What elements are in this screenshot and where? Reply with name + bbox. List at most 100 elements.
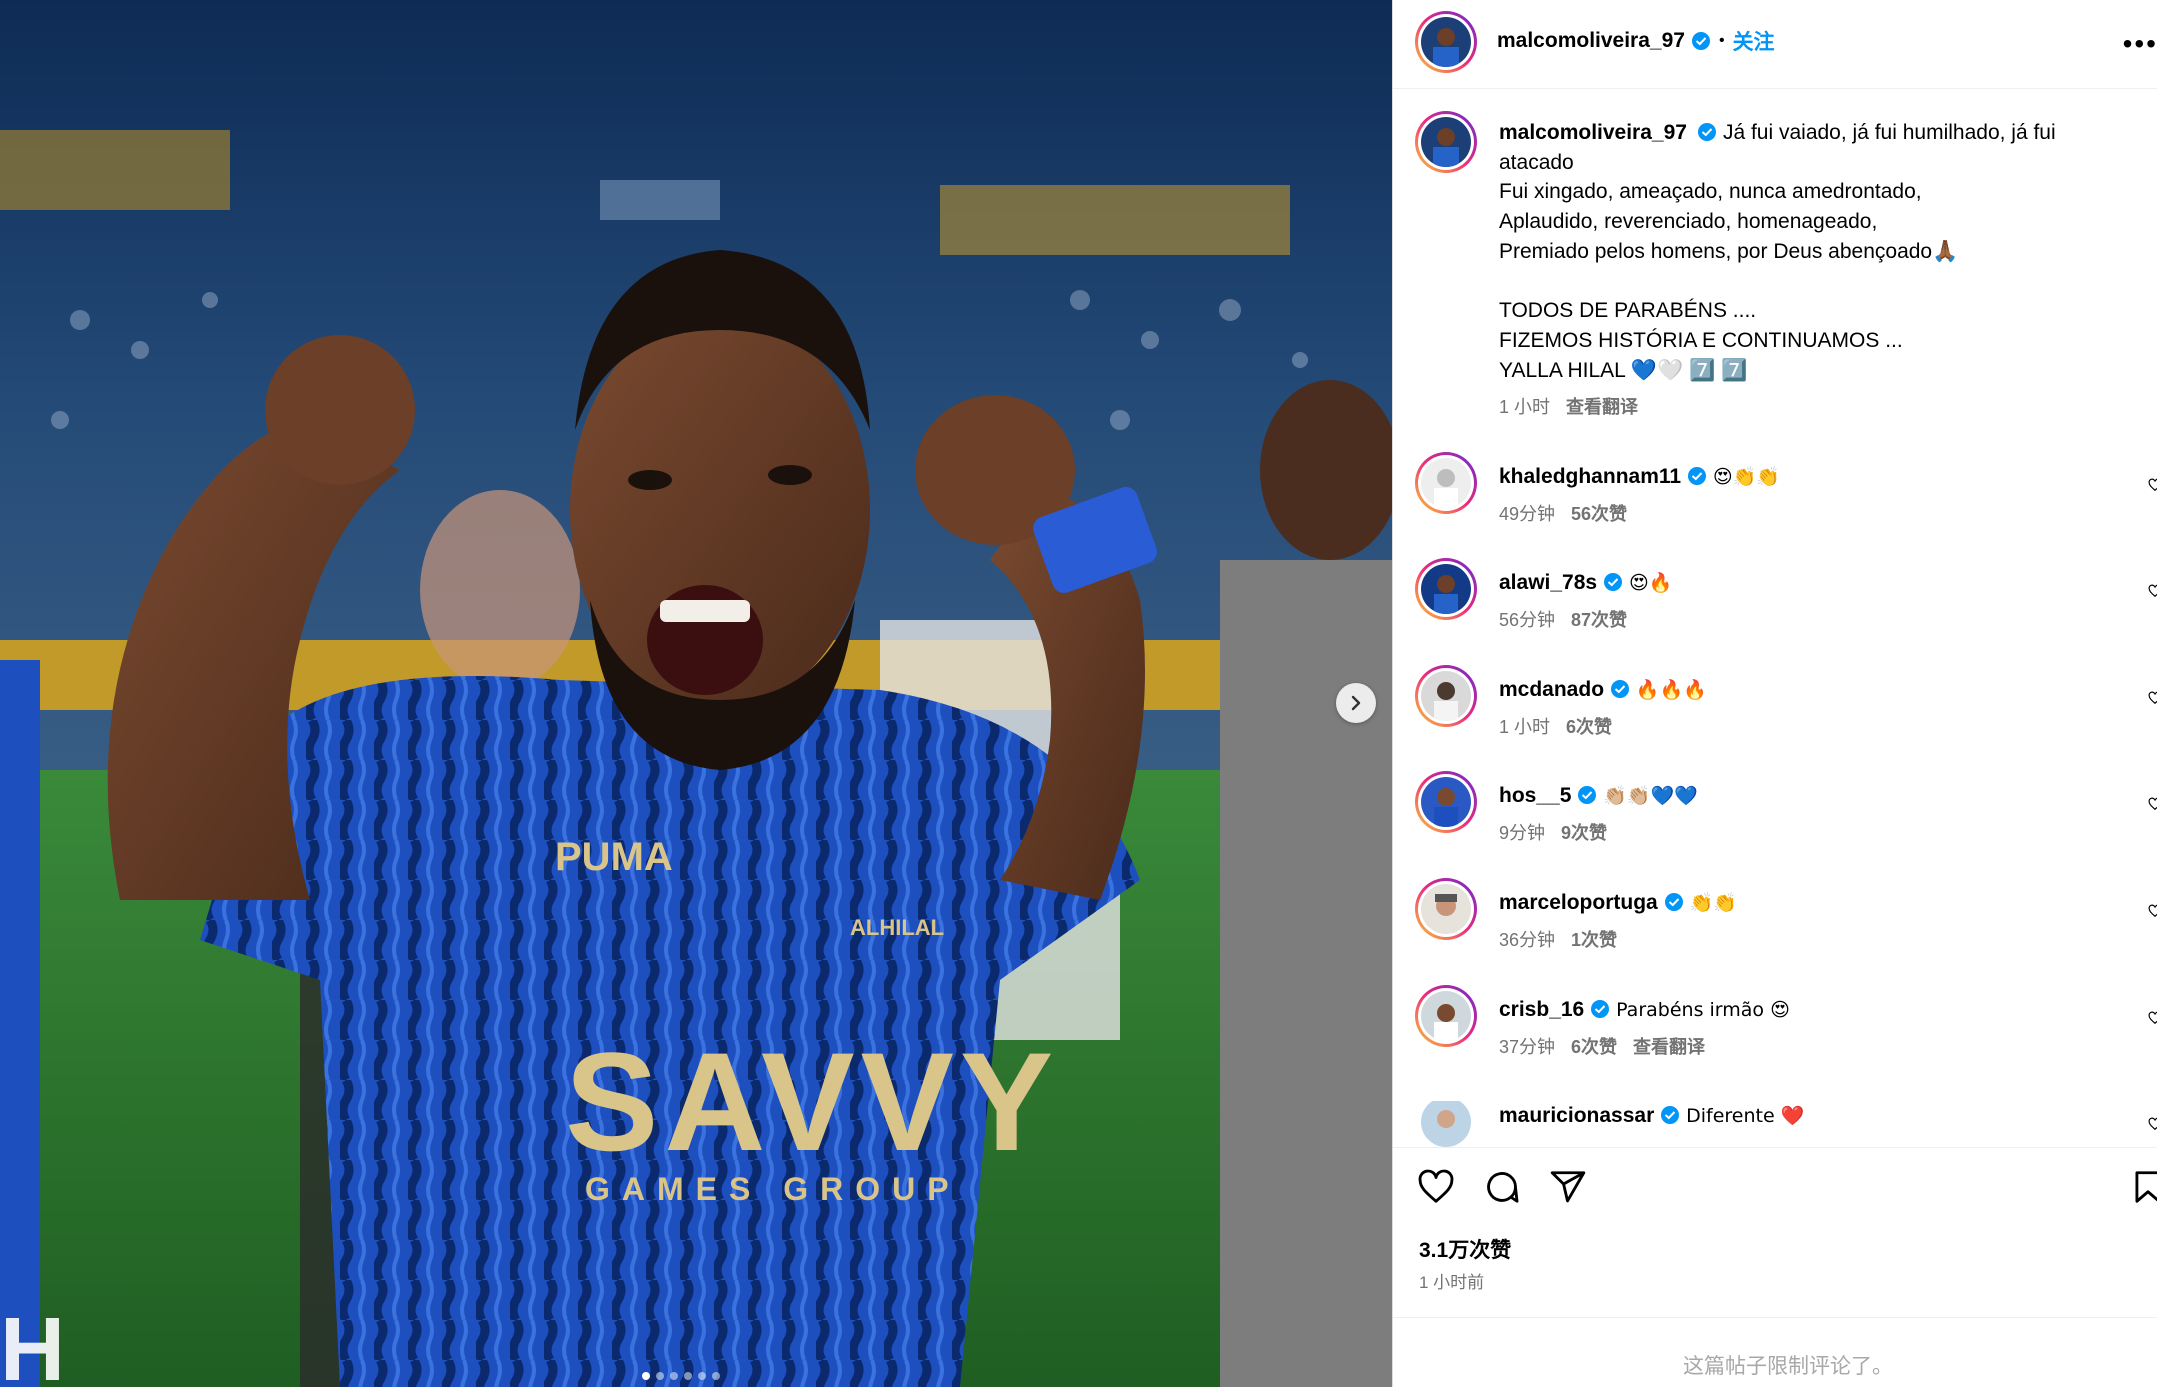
chevron-right-icon (1351, 695, 1361, 711)
caption-avatar-ring[interactable] (1415, 111, 1477, 173)
commenter-avatar[interactable] (1415, 985, 1477, 1047)
comment-time: 49分钟 (1499, 504, 1556, 524)
verified-icon (1697, 123, 1716, 141)
comment-text: 🔥🔥🔥 (1635, 679, 1707, 701)
heart-icon[interactable] (2148, 478, 2157, 492)
avatar (1421, 458, 1471, 508)
comment-icon[interactable] (1483, 1168, 1521, 1206)
comment-likes[interactable]: 87次赞 (1571, 610, 1627, 630)
comment-text: Diferente ❤️ (1686, 1105, 1805, 1127)
post-image: PUMA ALHILAL SAVVY GAMES GROUP H (0, 0, 1392, 1387)
verified-icon (1691, 32, 1710, 50)
verified-icon (1604, 573, 1623, 591)
caption-line: FIZEMOS HISTÓRIA E CONTINUAMOS ... (1499, 328, 1903, 352)
author-avatar-ring[interactable] (1415, 11, 1477, 73)
jersey-sponsor: SAVVY (565, 1023, 1059, 1180)
divider (1393, 1317, 2157, 1318)
post-time: 1 小时前 (1419, 1273, 1485, 1292)
caption-line: TODOS DE PARABÉNS .... (1499, 299, 1757, 323)
share-icon[interactable] (1549, 1168, 1587, 1206)
heart-icon[interactable] (2148, 1011, 2157, 1025)
verified-icon (1661, 1106, 1680, 1124)
translate-button[interactable]: 查看翻译 (1566, 397, 1638, 417)
verified-icon (1664, 893, 1683, 911)
commenter-avatar[interactable] (1415, 665, 1477, 727)
caption-line: Premiado pelos homens, por Deus abençoad… (1499, 239, 1959, 263)
club-name: ALHILAL (850, 915, 944, 940)
caption-line: Aplaudido, reverenciado, homenageado, (1499, 210, 1878, 234)
comments-disabled-notice: 这篇帖子限制评论了。 (1683, 1355, 1893, 1378)
carousel-dot (684, 1372, 692, 1380)
commenter-avatar[interactable] (1415, 878, 1477, 940)
post-caption: malcomoliveira_97 Já fui vaiado, já fui h… (1499, 118, 2119, 423)
comment-username[interactable]: khaledghannam11 (1499, 465, 1681, 488)
comment-time: 56分钟 (1499, 610, 1556, 630)
comment-translate-button[interactable]: 查看翻译 (1633, 1037, 1705, 1057)
commenter-avatar[interactable] (1421, 1101, 1471, 1147)
comment-username[interactable]: mcdanado (1499, 678, 1604, 701)
heart-icon[interactable] (2148, 904, 2157, 918)
caption-username[interactable]: malcomoliveira_97 (1499, 121, 1687, 144)
next-photo-button[interactable] (1336, 683, 1376, 723)
comment-text: Parabéns irmão 😍 (1616, 999, 1790, 1021)
likes-count[interactable]: 3.1万次赞 (1419, 1234, 1511, 1264)
post-photo[interactable]: PUMA ALHILAL SAVVY GAMES GROUP H (0, 0, 1392, 1387)
avatar (1421, 884, 1471, 934)
verified-icon (1591, 1000, 1610, 1018)
comment-username[interactable]: crisb_16 (1499, 998, 1584, 1021)
heart-icon[interactable] (2148, 584, 2157, 598)
avatar (1421, 17, 1471, 67)
verified-icon (1688, 467, 1707, 485)
avatar (1421, 117, 1471, 167)
comment-time: 9分钟 (1499, 823, 1546, 843)
divider (1393, 1147, 2157, 1148)
comment-time: 1 小时 (1499, 717, 1551, 737)
comment-item: alawi_78s 😍🔥 56分钟 87次赞 (1393, 558, 2157, 668)
commenter-avatar[interactable] (1415, 452, 1477, 514)
comment-item: hos__5 👏🏼👏🏼💙💙 9分钟 9次赞 (1393, 771, 2157, 881)
comment-username[interactable]: alawi_78s (1499, 571, 1597, 594)
heart-icon[interactable] (2148, 797, 2157, 811)
comment-username[interactable]: mauricionassar (1499, 1104, 1654, 1127)
avatar (1421, 564, 1471, 614)
comment-likes[interactable]: 6次赞 (1566, 717, 1612, 737)
svg-text:PUMA: PUMA (555, 835, 673, 879)
verified-icon (1578, 786, 1597, 804)
comment-time: 36分钟 (1499, 930, 1556, 950)
separator: • (1718, 32, 1725, 49)
comment-likes[interactable]: 1次赞 (1571, 930, 1617, 950)
carousel-dot (670, 1372, 678, 1380)
comment-text: 😍🔥 (1628, 572, 1673, 594)
follow-button[interactable]: 关注 (1733, 26, 1775, 56)
heart-icon[interactable] (2148, 691, 2157, 705)
post-header: malcomoliveira_97 • 关注 ••• (1393, 0, 2157, 89)
heart-icon[interactable] (1417, 1168, 1455, 1206)
heart-icon[interactable] (2148, 1117, 2157, 1131)
caption-line (1499, 267, 2119, 297)
avatar (1421, 1101, 1471, 1147)
bookmark-icon[interactable] (2129, 1168, 2157, 1206)
commenter-avatar[interactable] (1415, 771, 1477, 833)
caption-line: Fui xingado, ameaçado, nunca amedrontado… (1499, 180, 1922, 204)
comment-item: mauricionassar Diferente ❤️ (1393, 1101, 2157, 1147)
avatar (1421, 671, 1471, 721)
caption-line: YALLA HILAL 💙🤍 7️⃣ 7️⃣ (1499, 358, 1748, 382)
carousel-indicator (642, 1372, 720, 1380)
comment-username[interactable]: marceloportuga (1499, 891, 1658, 914)
comment-likes[interactable]: 56次赞 (1571, 504, 1627, 524)
svg-text:H: H (0, 1300, 65, 1387)
carousel-dot (712, 1372, 720, 1380)
commenter-avatar[interactable] (1415, 558, 1477, 620)
author-username[interactable]: malcomoliveira_97 (1497, 29, 1685, 53)
more-options-icon[interactable]: ••• (2123, 28, 2157, 60)
comment-item: khaledghannam11 😍👏👏 49分钟 56次赞 (1393, 452, 2157, 562)
comment-likes[interactable]: 6次赞 (1571, 1037, 1617, 1057)
avatar (1421, 991, 1471, 1041)
comment-time: 37分钟 (1499, 1037, 1556, 1057)
comment-item: crisb_16 Parabéns irmão 😍 37分钟 6次赞 查看翻译 (1393, 985, 2157, 1095)
comment-likes[interactable]: 9次赞 (1561, 823, 1607, 843)
carousel-dot (698, 1372, 706, 1380)
comment-username[interactable]: hos__5 (1499, 784, 1571, 807)
comment-item: marceloportuga 👏👏 36分钟 1次赞 (1393, 878, 2157, 988)
post-sidebar: malcomoliveira_97 • 关注 ••• malcomoliveir… (1392, 0, 2157, 1387)
